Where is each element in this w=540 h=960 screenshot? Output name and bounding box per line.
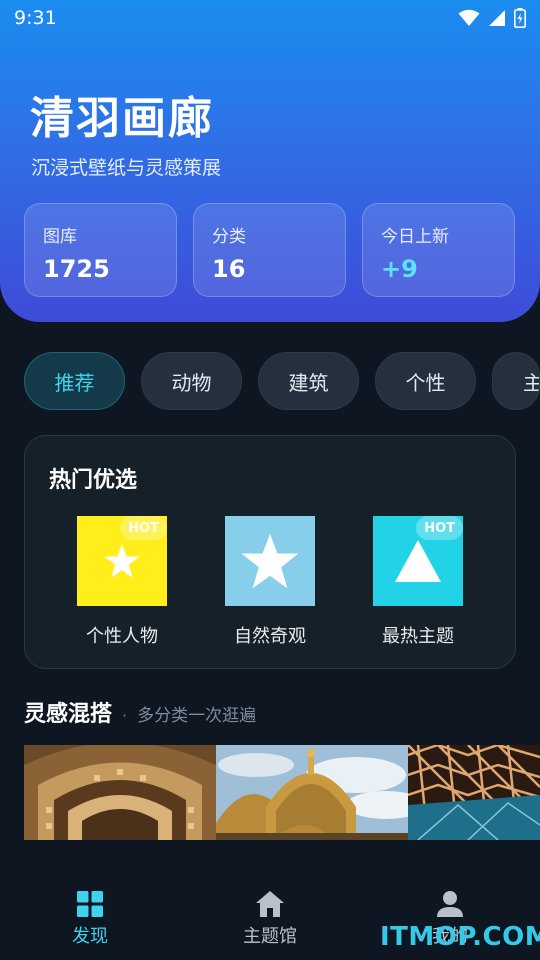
nav-theme-hall[interactable]: 主题馆: [180, 880, 360, 960]
hot-thumb[interactable]: [225, 516, 315, 606]
hot-badge: HOT: [416, 516, 463, 540]
grid-icon: [77, 891, 103, 917]
stat-label: 今日上新: [381, 227, 449, 247]
star-icon: [241, 533, 299, 589]
stat-card-gallery: 图库 1725: [24, 203, 177, 297]
status-time: 9:31: [14, 7, 57, 29]
hot-thumb[interactable]: HOT: [373, 516, 463, 606]
star-icon: [104, 544, 140, 578]
stat-value: +9: [381, 255, 418, 283]
signal-icon: [489, 10, 505, 26]
nav-label: 发现: [72, 926, 108, 947]
status-bar: 9:31: [0, 0, 540, 36]
nav-discover[interactable]: 发现: [0, 880, 180, 960]
photo-domes[interactable]: [216, 745, 408, 840]
stat-card-categories: 分类 16: [193, 203, 346, 297]
hot-picks-list: HOT 个性人物 自然奇观 HOT 最热主题: [77, 516, 463, 648]
photo-lattice[interactable]: [408, 745, 540, 840]
hot-item-trending[interactable]: HOT 最热主题: [373, 516, 463, 648]
hot-thumb[interactable]: HOT: [77, 516, 167, 606]
stat-value: 16: [212, 255, 246, 283]
page-title: 清羽画廊: [30, 93, 214, 144]
hot-item-label: 最热主题: [382, 626, 454, 647]
user-icon: [437, 891, 463, 917]
hot-item-label: 个性人物: [86, 626, 158, 647]
section-title: 灵感混搭: [24, 702, 113, 727]
chip-personality[interactable]: 个性: [375, 352, 476, 410]
arch-image: [24, 745, 216, 840]
separator-dot: ·: [122, 706, 128, 725]
home-icon: [256, 891, 284, 917]
nav-label: 主题馆: [243, 926, 297, 947]
triangle-icon: [395, 540, 441, 582]
hot-picks-card: 热门优选 HOT 个性人物 自然奇观 HOT 最热主题: [24, 435, 516, 669]
photo-arch[interactable]: [24, 745, 216, 840]
watermark-text: ITMOP.COM: [380, 922, 540, 952]
stats-row: 图库 1725 分类 16 今日上新 +9: [24, 203, 515, 297]
mix-header: 灵感混搭 · 多分类一次逛遍: [24, 696, 256, 728]
section-title: 热门优选: [49, 468, 138, 493]
stat-label: 分类: [212, 227, 246, 247]
chip-animals[interactable]: 动物: [141, 352, 242, 410]
chip-recommended[interactable]: 推荐: [24, 352, 125, 410]
lattice-image: [408, 745, 540, 840]
battery-icon: [514, 8, 526, 28]
hot-item-nature[interactable]: 自然奇观: [225, 516, 315, 648]
wifi-icon: [458, 9, 480, 26]
page-subtitle: 沉浸式壁纸与灵感策展: [31, 157, 222, 179]
dome-image: [216, 745, 408, 840]
mix-gallery: [24, 745, 540, 840]
section-subtitle: 多分类一次逛遍: [137, 706, 257, 726]
hot-item-label: 自然奇观: [234, 626, 306, 647]
chip-theme[interactable]: 主: [492, 352, 540, 410]
hot-badge: HOT: [120, 516, 167, 540]
stat-value: 1725: [43, 255, 110, 283]
category-chips: 推荐 动物 建筑 个性 主: [24, 352, 540, 410]
status-icons: [458, 8, 526, 28]
stat-card-new-today: 今日上新 +9: [362, 203, 515, 297]
chip-architecture[interactable]: 建筑: [258, 352, 359, 410]
hot-item-personality[interactable]: HOT 个性人物: [77, 516, 167, 648]
stat-label: 图库: [43, 227, 77, 247]
